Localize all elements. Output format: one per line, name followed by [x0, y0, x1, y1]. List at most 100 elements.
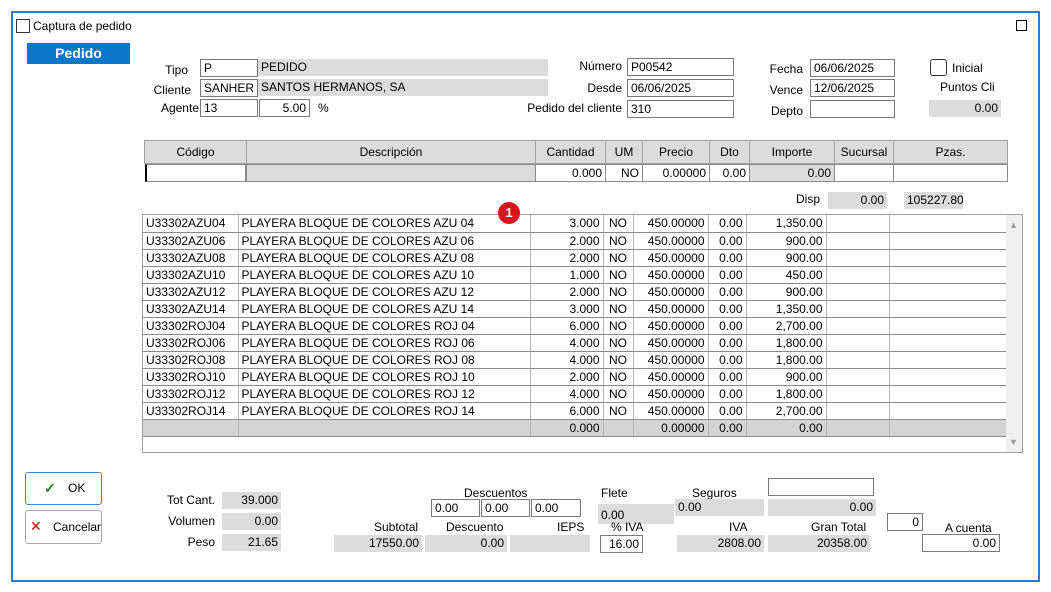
fecha-field[interactable]: 06/06/2025 [810, 59, 895, 77]
cell-sucursal[interactable] [826, 232, 890, 250]
cell-codigo[interactable]: U33302ROJ04 [143, 317, 239, 335]
table-row[interactable]: U33302AZU06 PLAYERA BLOQUE DE COLORES AZU… [143, 232, 1007, 250]
col-cantidad[interactable]: Cantidad [535, 140, 606, 164]
cell-cantidad[interactable]: 2.000 [530, 249, 604, 267]
table-row[interactable]: U33302ROJ06 PLAYERA BLOQUE DE COLORES ROJ… [143, 334, 1007, 352]
cell-cantidad[interactable]: 4.000 [530, 334, 604, 352]
cell-pzas[interactable] [889, 385, 1007, 403]
col-um[interactable]: UM [605, 140, 643, 164]
cell-pzas[interactable] [889, 402, 1007, 420]
cell-dto[interactable]: 0.00 [708, 385, 747, 403]
cell-precio[interactable]: 450.00000 [633, 385, 709, 403]
cell-um[interactable]: NO [603, 300, 634, 318]
cell-descripcion[interactable]: PLAYERA BLOQUE DE COLORES AZU 08 [238, 249, 531, 267]
cell-importe[interactable]: 900.00 [746, 249, 827, 267]
cantidad-input[interactable]: 0.000 [535, 164, 606, 182]
cell-sucursal[interactable] [826, 368, 890, 386]
cell-descripcion[interactable]: PLAYERA BLOQUE DE COLORES AZU 06 [238, 232, 531, 250]
cell-um[interactable]: NO [603, 334, 634, 352]
cliente-code-field[interactable]: SANHER [200, 79, 258, 97]
table-row[interactable]: U33302ROJ14 PLAYERA BLOQUE DE COLORES ROJ… [143, 402, 1007, 420]
cell-cantidad[interactable]: 2.000 [530, 232, 604, 250]
cell-cantidad[interactable]: 6.000 [530, 402, 604, 420]
depto-field[interactable] [810, 100, 895, 118]
col-importe[interactable]: Importe [749, 140, 835, 164]
cell-dto[interactable]: 0.00 [708, 283, 747, 301]
cell-cantidad[interactable]: 2.000 [530, 368, 604, 386]
cell-sucursal[interactable] [826, 402, 890, 420]
cell-pzas[interactable] [889, 249, 1007, 267]
cell-dto[interactable]: 0.00 [708, 351, 747, 369]
table-row[interactable]: U33302ROJ12 PLAYERA BLOQUE DE COLORES ROJ… [143, 385, 1007, 403]
numero-field[interactable]: P00542 [627, 58, 734, 76]
cell-precio[interactable]: 450.00000 [633, 215, 709, 233]
pct-iva-field[interactable]: 16.00 [600, 535, 643, 553]
cell-dto[interactable]: 0.00 [708, 215, 747, 233]
cell-precio[interactable]: 450.00000 [633, 232, 709, 250]
cell-precio[interactable]: 450.00000 [633, 402, 709, 420]
cell-um[interactable]: NO [603, 402, 634, 420]
cell-pzas[interactable] [889, 215, 1007, 233]
cell-importe[interactable]: 1,350.00 [746, 300, 827, 318]
col-dto[interactable]: Dto [709, 140, 750, 164]
table-row[interactable]: U33302AZU04 PLAYERA BLOQUE DE COLORES AZU… [143, 215, 1007, 233]
agente-pct-field[interactable]: 5.00 [259, 99, 310, 117]
cell-sucursal[interactable] [826, 385, 890, 403]
cell-importe[interactable]: 900.00 [746, 283, 827, 301]
cell-cantidad[interactable]: 1.000 [530, 266, 604, 284]
cell-precio[interactable]: 450.00000 [633, 317, 709, 335]
table-row[interactable]: U33302ROJ08 PLAYERA BLOQUE DE COLORES ROJ… [143, 351, 1007, 369]
cell-descripcion[interactable]: PLAYERA BLOQUE DE COLORES ROJ 04 [238, 317, 531, 335]
inicial-checkbox[interactable] [930, 59, 947, 76]
cell-descripcion[interactable]: PLAYERA BLOQUE DE COLORES ROJ 14 [238, 402, 531, 420]
cell-precio[interactable]: 450.00000 [633, 300, 709, 318]
cell-cantidad[interactable]: 6.000 [530, 317, 604, 335]
scroll-down-icon[interactable]: ▼ [1009, 437, 1018, 447]
cell-dto[interactable]: 0.00 [708, 402, 747, 420]
cell-dto[interactable]: 0.00 [708, 317, 747, 335]
cell-cantidad[interactable]: 3.000 [530, 300, 604, 318]
cell-um[interactable]: NO [603, 317, 634, 335]
col-descripcion[interactable]: Descripción [246, 140, 536, 164]
col-pzas[interactable]: Pzas. [893, 140, 1008, 164]
desde-field[interactable]: 06/06/2025 [627, 79, 734, 97]
cell-cantidad[interactable]: 4.000 [530, 351, 604, 369]
cell-cantidad[interactable]: 4.000 [530, 385, 604, 403]
window-checkbox[interactable] [16, 19, 30, 33]
agente-code-field[interactable]: 13 [200, 99, 258, 117]
cell-pzas[interactable] [889, 368, 1007, 386]
tipo-code-field[interactable]: P [200, 59, 258, 77]
cell-importe[interactable]: 900.00 [746, 232, 827, 250]
col-precio[interactable]: Precio [642, 140, 710, 164]
cell-um[interactable]: NO [603, 249, 634, 267]
col-sucursal[interactable]: Sucursal [834, 140, 894, 164]
cell-um[interactable]: NO [603, 385, 634, 403]
cell-codigo[interactable]: U33302ROJ14 [143, 402, 239, 420]
cell-importe[interactable]: 450.00 [746, 266, 827, 284]
precio-input[interactable]: 0.00000 [642, 164, 710, 182]
cell-sucursal[interactable] [826, 300, 890, 318]
maximize-icon[interactable] [1016, 20, 1027, 31]
cell-um[interactable]: NO [603, 351, 634, 369]
cell-pzas[interactable] [889, 317, 1007, 335]
cell-descripcion[interactable]: PLAYERA BLOQUE DE COLORES ROJ 12 [238, 385, 531, 403]
cell-sucursal[interactable] [826, 215, 890, 233]
cell-precio[interactable]: 450.00000 [633, 368, 709, 386]
table-row[interactable]: U33302ROJ10 PLAYERA BLOQUE DE COLORES ROJ… [143, 368, 1007, 386]
cell-sucursal[interactable] [826, 351, 890, 369]
cell-precio[interactable]: 450.00000 [633, 249, 709, 267]
cell-descripcion[interactable]: PLAYERA BLOQUE DE COLORES AZU 12 [238, 283, 531, 301]
cell-sucursal[interactable] [826, 317, 890, 335]
table-row[interactable]: U33302AZU08 PLAYERA BLOQUE DE COLORES AZU… [143, 249, 1007, 267]
cell-descripcion[interactable]: PLAYERA BLOQUE DE COLORES AZU 04 [238, 215, 531, 233]
a-cuenta-field[interactable]: 0.00 [922, 534, 1000, 552]
cell-importe[interactable]: 2,700.00 [746, 402, 827, 420]
table-row[interactable]: U33302AZU12 PLAYERA BLOQUE DE COLORES AZU… [143, 283, 1007, 301]
cell-precio[interactable]: 450.00000 [633, 334, 709, 352]
pzas-input[interactable] [893, 164, 1008, 182]
cell-precio[interactable]: 450.00000 [633, 266, 709, 284]
cell-importe[interactable]: 2,700.00 [746, 317, 827, 335]
cell-um[interactable]: NO [603, 215, 634, 233]
cell-um[interactable]: NO [603, 266, 634, 284]
cell-sucursal[interactable] [826, 283, 890, 301]
